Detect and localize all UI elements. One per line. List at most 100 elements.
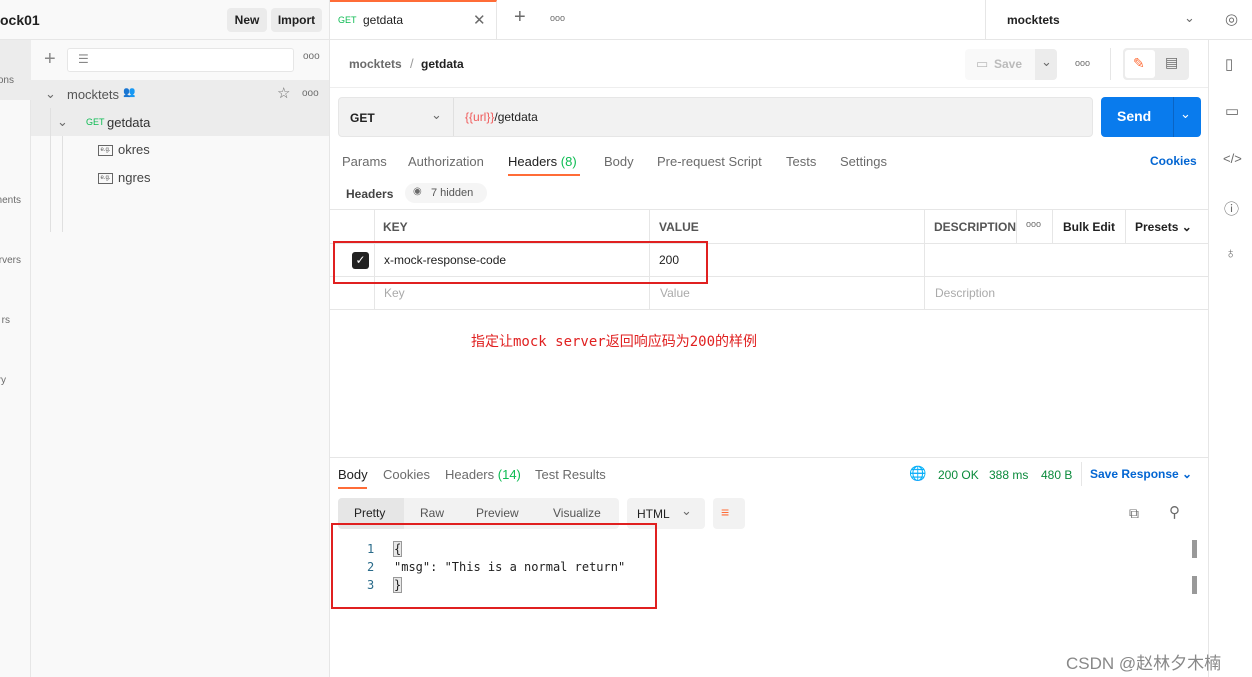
value-input[interactable]: Value xyxy=(660,286,690,300)
save-response-button[interactable]: Save Response ⌄ xyxy=(1090,467,1192,481)
breadcrumb-parent[interactable]: mocktets xyxy=(349,57,402,71)
view-preview[interactable]: Preview xyxy=(476,506,519,520)
view-toggle: ✎ ▤ xyxy=(1123,48,1189,80)
save-label: Save xyxy=(994,57,1023,71)
nav-monitors[interactable]: rs xyxy=(2,315,10,326)
save-button[interactable]: ▭ Save ⌄ xyxy=(965,49,1057,80)
cookies-link[interactable]: Cookies xyxy=(1150,154,1197,168)
more-icon[interactable]: ooo xyxy=(1026,219,1041,229)
more-icon[interactable]: ooo xyxy=(550,13,565,23)
edit-button[interactable]: ✎ xyxy=(1125,50,1155,78)
more-icon[interactable]: ooo xyxy=(1075,58,1090,68)
add-icon[interactable]: + xyxy=(44,49,56,69)
response-tab-test-results[interactable]: Test Results xyxy=(535,467,606,482)
response-size: 480 B xyxy=(1041,468,1073,482)
tab-pre-request-script[interactable]: Pre-request Script xyxy=(657,154,762,169)
hidden-count: 7 hidden xyxy=(431,187,474,199)
more-icon[interactable]: ooo xyxy=(303,51,320,62)
code-icon[interactable]: </> xyxy=(1223,151,1242,166)
url-input[interactable]: {{url}}/getdata xyxy=(465,110,538,124)
left-nav: ons ments rvers rs ry xyxy=(0,40,31,677)
method-select[interactable]: GET ⌄ xyxy=(339,98,454,136)
status-code: 200 OK xyxy=(938,468,979,482)
right-bar: ▯ ▭ </> ⓘ ♁ xyxy=(1208,40,1252,677)
scrollbar[interactable] xyxy=(1192,540,1197,558)
search-icon[interactable]: ⚲ xyxy=(1169,503,1180,521)
tab-params[interactable]: Params xyxy=(342,154,387,169)
active-tab-indicator xyxy=(338,487,367,489)
bulk-edit-button[interactable]: Bulk Edit xyxy=(1063,220,1115,234)
chevron-down-icon: ⌄ xyxy=(1184,10,1195,25)
response-tab-body[interactable]: Body xyxy=(338,467,368,482)
nav-mock-servers[interactable]: rvers xyxy=(0,255,21,266)
copy-icon[interactable]: ⧉ xyxy=(1129,505,1139,522)
new-tab-icon[interactable]: + xyxy=(514,6,526,29)
wrap-button[interactable]: ≡ xyxy=(713,498,745,529)
workspace-header: ock01 New Import xyxy=(0,0,330,40)
lightbulb-icon[interactable]: ♁ xyxy=(1225,245,1236,262)
eye-icon[interactable]: ◎ xyxy=(1225,10,1238,28)
new-button[interactable]: New xyxy=(227,8,267,32)
tab-authorization[interactable]: Authorization xyxy=(408,154,484,169)
workspace-title: ock01 xyxy=(0,12,40,28)
column-description: DESCRIPTION xyxy=(934,220,1017,234)
nav-history[interactable]: ry xyxy=(0,375,6,386)
environment-select[interactable]: mocktets ⌄ xyxy=(985,0,1208,40)
request-item[interactable]: ⌄ GET getdata xyxy=(31,108,329,136)
documentation-icon[interactable]: ▯ xyxy=(1225,55,1233,73)
tab-method: GET xyxy=(338,15,357,25)
highlight-box xyxy=(333,241,708,284)
view-pretty[interactable]: Pretty xyxy=(354,506,385,520)
filter-input[interactable]: ☰ xyxy=(67,48,294,72)
chevron-down-icon[interactable]: ⌄ xyxy=(1180,106,1191,122)
tab-label: Headers xyxy=(445,467,495,482)
example-icon: e.g. xyxy=(98,173,113,185)
pencil-icon: ✎ xyxy=(1133,55,1145,71)
response-tab-headers[interactable]: Headers (14) xyxy=(445,467,521,482)
example-item[interactable]: e.g. okres xyxy=(98,142,150,157)
chevron-down-icon: ⌄ xyxy=(681,503,692,518)
info-icon[interactable]: ⓘ xyxy=(1224,198,1239,219)
eye-icon: ◉ xyxy=(413,186,422,197)
tab-tests[interactable]: Tests xyxy=(786,154,816,169)
environment-name: mocktets xyxy=(1007,13,1060,27)
format-value: HTML xyxy=(637,507,670,521)
chevron-down-icon: ⌄ xyxy=(45,86,56,101)
send-label: Send xyxy=(1117,108,1152,124)
tab-settings[interactable]: Settings xyxy=(840,154,887,169)
comments-icon[interactable]: ▭ xyxy=(1225,102,1239,120)
url-variable: {{url}} xyxy=(465,110,495,124)
url-bar: GET ⌄ {{url}}/getdata xyxy=(338,97,1093,137)
request-name: getdata xyxy=(107,115,151,130)
example-item[interactable]: e.g. ngres xyxy=(98,170,151,185)
nav-environments[interactable]: ments xyxy=(0,195,21,206)
tab-body[interactable]: Body xyxy=(604,154,634,169)
scrollbar[interactable] xyxy=(1192,576,1197,594)
example-name: ngres xyxy=(118,170,151,185)
active-tab-indicator xyxy=(508,174,580,176)
star-icon[interactable]: ☆ xyxy=(277,84,290,102)
nav-collections[interactable]: ons xyxy=(0,75,14,86)
globe-icon: 🌐 xyxy=(909,465,927,481)
hidden-headers-toggle[interactable]: ◉ 7 hidden xyxy=(405,183,487,203)
view-visualize[interactable]: Visualize xyxy=(553,506,601,520)
comment-icon[interactable]: ▤ xyxy=(1165,54,1178,71)
headers-sub-label: Headers xyxy=(346,187,394,201)
import-button[interactable]: Import xyxy=(271,8,322,32)
collection-item[interactable]: ⌄ mocktets 👥 ☆ ooo xyxy=(31,80,329,108)
filter-icon: ☰ xyxy=(78,52,89,66)
annotation-text: 指定让mock server返回响应码为200的样例 xyxy=(471,334,758,350)
view-raw[interactable]: Raw xyxy=(420,506,444,520)
key-input[interactable]: Key xyxy=(384,286,405,300)
close-icon[interactable]: ✕ xyxy=(473,11,486,29)
description-input[interactable]: Description xyxy=(935,286,995,300)
chevron-down-icon: ⌄ xyxy=(431,107,442,122)
send-button[interactable]: Send ⌄ xyxy=(1101,97,1201,137)
response-tab-cookies[interactable]: Cookies xyxy=(383,467,430,482)
tab-headers[interactable]: Headers (8) xyxy=(508,154,577,169)
request-tab[interactable]: GET getdata ✕ xyxy=(330,0,497,40)
column-value: VALUE xyxy=(659,220,699,234)
presets-button[interactable]: Presets ⌄ xyxy=(1135,220,1192,234)
more-icon[interactable]: ooo xyxy=(302,88,319,99)
tab-bar: GET getdata ✕ + ooo mocktets ⌄ ◎ xyxy=(330,0,1252,40)
